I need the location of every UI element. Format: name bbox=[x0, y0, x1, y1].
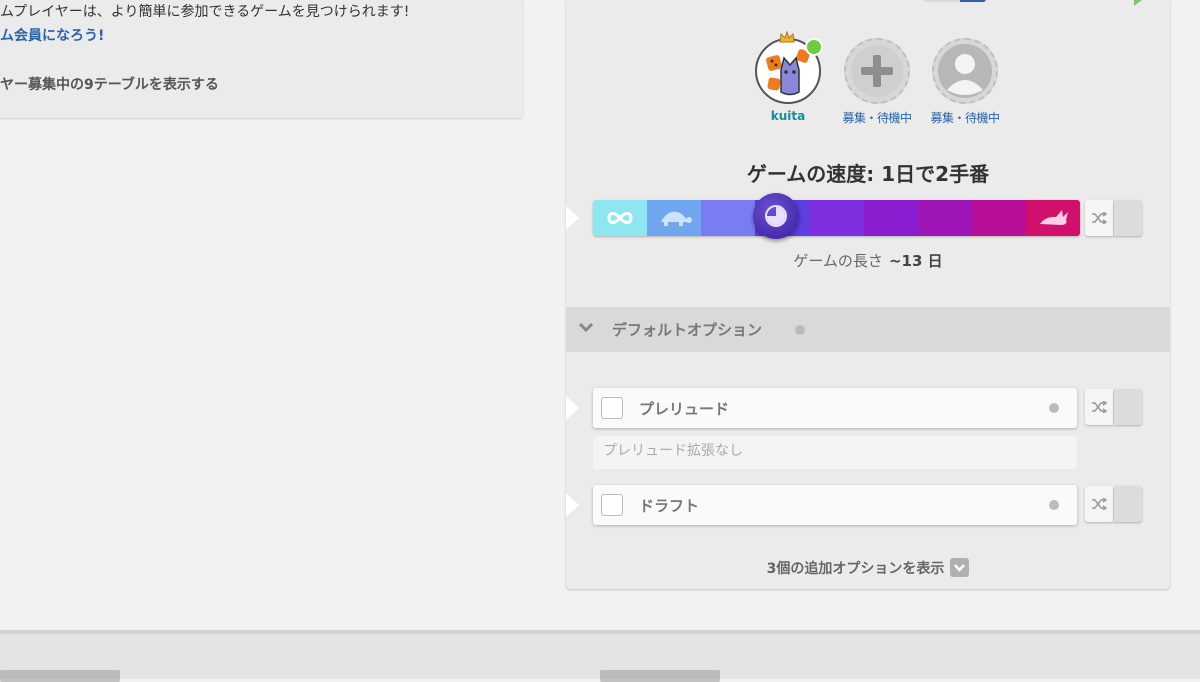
prelude-random-button[interactable] bbox=[1085, 389, 1113, 425]
footer bbox=[0, 630, 1200, 682]
info-dot bbox=[795, 325, 805, 335]
info-dot bbox=[1049, 403, 1059, 413]
option-description: プレリュード拡張なし bbox=[603, 443, 743, 459]
shuffle-icon bbox=[1092, 401, 1107, 413]
chevron-down-icon bbox=[950, 557, 970, 577]
option-prelude[interactable]: プレリュード bbox=[593, 388, 1077, 428]
more-options-link[interactable]: 3個の追加オプションを表示 bbox=[566, 557, 1170, 579]
infinity-icon bbox=[607, 212, 633, 224]
prelude-checkbox[interactable] bbox=[601, 397, 623, 419]
game-length-value: ~13 日 bbox=[888, 252, 943, 270]
default-options-header[interactable]: デフォルトオプション bbox=[566, 307, 1170, 352]
speed-title: ゲームの速度: 1日で2手番 bbox=[746, 162, 990, 186]
speed-arrow bbox=[566, 206, 579, 230]
speed-segment[interactable] bbox=[1025, 200, 1080, 236]
speed-segment[interactable] bbox=[647, 200, 702, 236]
speed-random-button[interactable] bbox=[1085, 200, 1113, 236]
player-slot-1[interactable]: kuita bbox=[748, 31, 828, 123]
player-slot-2[interactable]: 募集・待機中 bbox=[837, 38, 917, 126]
show-tables-link[interactable]: ヤー募集中の9テーブルを表示する bbox=[0, 74, 219, 94]
info-text: ムプレイヤーは、より簡単に参加できるゲームを見つけられます! bbox=[0, 4, 410, 20]
speed-segment[interactable] bbox=[809, 200, 864, 236]
info-dot bbox=[1049, 500, 1059, 510]
speed-knob[interactable] bbox=[753, 193, 799, 239]
game-length: ゲームの長さ ~13 日 bbox=[566, 250, 1170, 271]
join-link[interactable]: ム会員になろう! bbox=[0, 25, 104, 45]
more-options-label: 3個の追加オプションを表示 bbox=[766, 561, 945, 577]
turtle-icon bbox=[661, 211, 693, 226]
speed-segment[interactable] bbox=[971, 200, 1026, 236]
prelude-description: プレリュード拡張なし bbox=[593, 436, 1077, 469]
shuffle-icon bbox=[1092, 212, 1107, 224]
option-label: ドラフト bbox=[639, 497, 700, 515]
speed-random-toggle[interactable] bbox=[1114, 200, 1142, 236]
draft-random-toggle[interactable] bbox=[1114, 486, 1142, 522]
plus-icon[interactable] bbox=[844, 38, 910, 104]
draft-random-button[interactable] bbox=[1085, 486, 1113, 522]
player-name: kuita bbox=[770, 109, 806, 123]
option-label: プレリュード bbox=[639, 400, 730, 418]
speed-segment[interactable] bbox=[917, 200, 972, 236]
play-icon[interactable] bbox=[1134, 0, 1142, 6]
prelude-random-toggle[interactable] bbox=[1114, 389, 1142, 425]
player-name: 募集・待機中 bbox=[842, 111, 912, 125]
online-status-dot bbox=[805, 38, 823, 56]
crown-icon bbox=[779, 31, 795, 43]
clock-icon bbox=[765, 205, 787, 227]
option-draft[interactable]: ドラフト bbox=[593, 485, 1077, 525]
game-length-label: ゲームの長さ bbox=[793, 252, 883, 270]
speed-segment[interactable] bbox=[863, 200, 918, 236]
speed-segment[interactable] bbox=[701, 200, 756, 236]
speed-slider[interactable] bbox=[593, 200, 1080, 236]
user-silhouette-icon bbox=[932, 38, 998, 104]
draft-checkbox[interactable] bbox=[601, 494, 623, 516]
top-toggle[interactable] bbox=[924, 0, 986, 2]
cat-avatar-icon bbox=[755, 31, 823, 104]
chevron-down-icon bbox=[578, 322, 594, 333]
shuffle-icon bbox=[1092, 498, 1107, 510]
default-options-title: デフォルトオプション bbox=[612, 321, 763, 339]
option-arrow bbox=[566, 396, 579, 420]
footer-heading bbox=[0, 670, 120, 682]
speed-segment[interactable] bbox=[593, 200, 648, 236]
player-slot-3[interactable]: 募集・待機中 bbox=[925, 38, 1005, 126]
info-panel: ムプレイヤーは、より簡単に参加できるゲームを見つけられます! ム会員になろう! … bbox=[0, 0, 523, 118]
option-arrow bbox=[566, 493, 579, 517]
game-setup-panel: kuita 募集・待機中 募集・待機中 ゲームの速度: 1日で2手番 ゲームの長… bbox=[566, 0, 1170, 589]
rabbit-icon bbox=[1039, 210, 1068, 225]
player-name: 募集・待機中 bbox=[930, 111, 1000, 125]
footer-heading bbox=[600, 670, 720, 682]
